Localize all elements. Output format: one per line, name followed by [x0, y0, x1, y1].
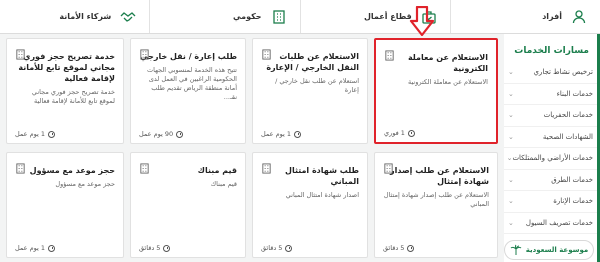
- service-card-rate-building[interactable]: قيم مبناك قيم مبناك 5 دقائق: [130, 152, 246, 258]
- building-icon: [383, 159, 394, 174]
- tab-label: أفراد: [542, 12, 562, 21]
- building-icon: [261, 45, 272, 60]
- card-duration: 5 دقائق: [139, 244, 171, 252]
- card-description: استعلام عن طلب نقل خارجي / إعارة: [275, 77, 359, 94]
- tab-label: شركاء الأمانة: [59, 12, 112, 21]
- clock-icon: [407, 129, 415, 137]
- card-duration: 5 دقائق: [261, 244, 293, 252]
- page-root: أفراد قطاع أعمال حكومي شركاء الأمانة مسا…: [0, 0, 600, 262]
- clock-icon: [285, 244, 293, 252]
- arrow-down-icon: [409, 6, 435, 36]
- card-description: قيم مبناك: [210, 180, 237, 188]
- clock-icon: [48, 130, 56, 138]
- sidebar-item[interactable]: ترخيص نشاط تجاري ⌄: [504, 62, 597, 84]
- card-duration: 1 يوم عمل: [15, 244, 56, 252]
- card-description: خدمة تصريح حجز فوري مجاني لموقع تابع للأ…: [31, 88, 115, 105]
- service-card-book-appointment[interactable]: حجز موعد مع مسؤول حجز موعد مع مسؤول 1 يو…: [6, 152, 124, 258]
- sidebar-item[interactable]: خدمات الطرق ⌄: [504, 170, 597, 191]
- chevron-down-icon: ⌄: [508, 68, 514, 77]
- saudipedia-logo: موسوعة السعودية: [504, 240, 594, 260]
- service-card-compliance-request[interactable]: طلب شهادة امتثال المباني اصدار شهادة امت…: [252, 152, 368, 258]
- clock-icon: [407, 244, 415, 252]
- tab-label: قطاع أعمال: [363, 12, 412, 21]
- building-icon: [15, 45, 26, 60]
- sidebar-item[interactable]: خدمات البناء ⌄: [504, 84, 597, 105]
- building-icon: [384, 46, 395, 61]
- card-duration: 5 دقائق: [383, 244, 415, 252]
- card-description: الاستعلام عن معاملة الكترونية: [407, 78, 488, 86]
- building-icon: [15, 159, 26, 174]
- card-duration: 1 فوري: [384, 129, 415, 137]
- tab-government[interactable]: حكومي: [149, 0, 299, 33]
- tab-individuals[interactable]: أفراد: [449, 0, 600, 33]
- clock-icon: [294, 130, 302, 138]
- card-title: قيم مبناك: [197, 166, 237, 175]
- sidebar-item[interactable]: خدمات الحفريات ⌄: [504, 105, 597, 127]
- card-title: الاستعلام عن طلبات النقل الخارجي / الإعا…: [266, 52, 359, 72]
- clock-icon: [163, 244, 171, 252]
- person-icon: [570, 8, 588, 26]
- sidebar-title: مسارات الخدمات: [514, 46, 589, 56]
- card-title: طلب شهادة امتثال المباني: [285, 166, 359, 186]
- chevron-down-icon: ⌄: [508, 175, 514, 184]
- building-icon: [270, 8, 288, 26]
- sidebar-item[interactable]: خدمات الأراضي والممتلكات ⌄: [504, 148, 597, 170]
- service-card-event-booking[interactable]: خدمة تصريح حجز فوري مجاني لموقع تابع للأ…: [6, 38, 124, 144]
- chevron-down-icon: ⌄: [508, 111, 514, 120]
- card-duration: 1 يوم عمل: [261, 130, 302, 138]
- card-description: حجز موعد مع مسؤول: [55, 180, 115, 188]
- card-description: الاستعلام عن طلب إصدار شهادة إمتثال المب…: [383, 191, 489, 208]
- service-card-transaction-inquiry[interactable]: الاستعلام عن معاملة الكترونية الاستعلام …: [374, 38, 498, 144]
- card-description: تتيح هذه الخدمة لمنسوبي الجهات الحكومية …: [147, 66, 237, 101]
- chevron-down-icon: ⌄: [508, 132, 514, 141]
- card-duration: 1 يوم عمل: [15, 130, 56, 138]
- building-icon: [139, 45, 150, 60]
- chevron-down-icon: ⌄: [508, 89, 514, 98]
- card-title: طلب إعارة / نقل خارجي: [139, 52, 237, 61]
- clock-icon: [48, 244, 56, 252]
- service-card-compliance-inquiry[interactable]: الاستعلام عن طلب إصدار شهادة إمتثال الاس…: [374, 152, 498, 258]
- palm-icon: [510, 244, 522, 255]
- card-title: الاستعلام عن طلب إصدار شهادة إمتثال: [389, 166, 489, 186]
- card-title: الاستعلام عن معاملة الكترونية: [407, 53, 488, 73]
- card-description: اصدار شهادة امتثال المباني: [285, 191, 359, 199]
- chevron-down-icon: ⌄: [508, 197, 514, 206]
- clock-icon: [176, 130, 184, 138]
- card-duration: 90 يوم عمل: [139, 130, 184, 138]
- sidebar-item[interactable]: الشهادات الصحية ⌄: [504, 127, 597, 148]
- chevron-down-icon: ⌄: [508, 218, 514, 227]
- service-card-transfer-request[interactable]: طلب إعارة / نقل خارجي تتيح هذه الخدمة لم…: [130, 38, 246, 144]
- card-title: خدمة تصريح حجز فوري مجاني لموقع تابع للأ…: [18, 52, 115, 83]
- building-icon: [261, 159, 272, 174]
- sidebar-item[interactable]: خدمات الإنارة ⌄: [504, 191, 597, 213]
- logo-text: موسوعة السعودية: [525, 246, 589, 254]
- sidebar-item[interactable]: خدمات تصريف السيول ⌄: [504, 213, 597, 234]
- card-title: حجز موعد مع مسؤول: [29, 166, 115, 175]
- handshake-icon: [119, 8, 137, 26]
- chevron-down-icon: ⌄: [506, 154, 513, 163]
- audience-tab-bar: أفراد قطاع أعمال حكومي شركاء الأمانة: [0, 0, 600, 34]
- service-card-transfer-inquiry[interactable]: الاستعلام عن طلبات النقل الخارجي / الإعا…: [252, 38, 368, 144]
- service-paths-sidebar: مسارات الخدمات ترخيص نشاط تجاري ⌄ خدمات ا…: [504, 34, 600, 262]
- tab-partners[interactable]: شركاء الأمانة: [0, 0, 149, 33]
- building-icon: [139, 159, 150, 174]
- tab-label: حكومي: [233, 12, 262, 21]
